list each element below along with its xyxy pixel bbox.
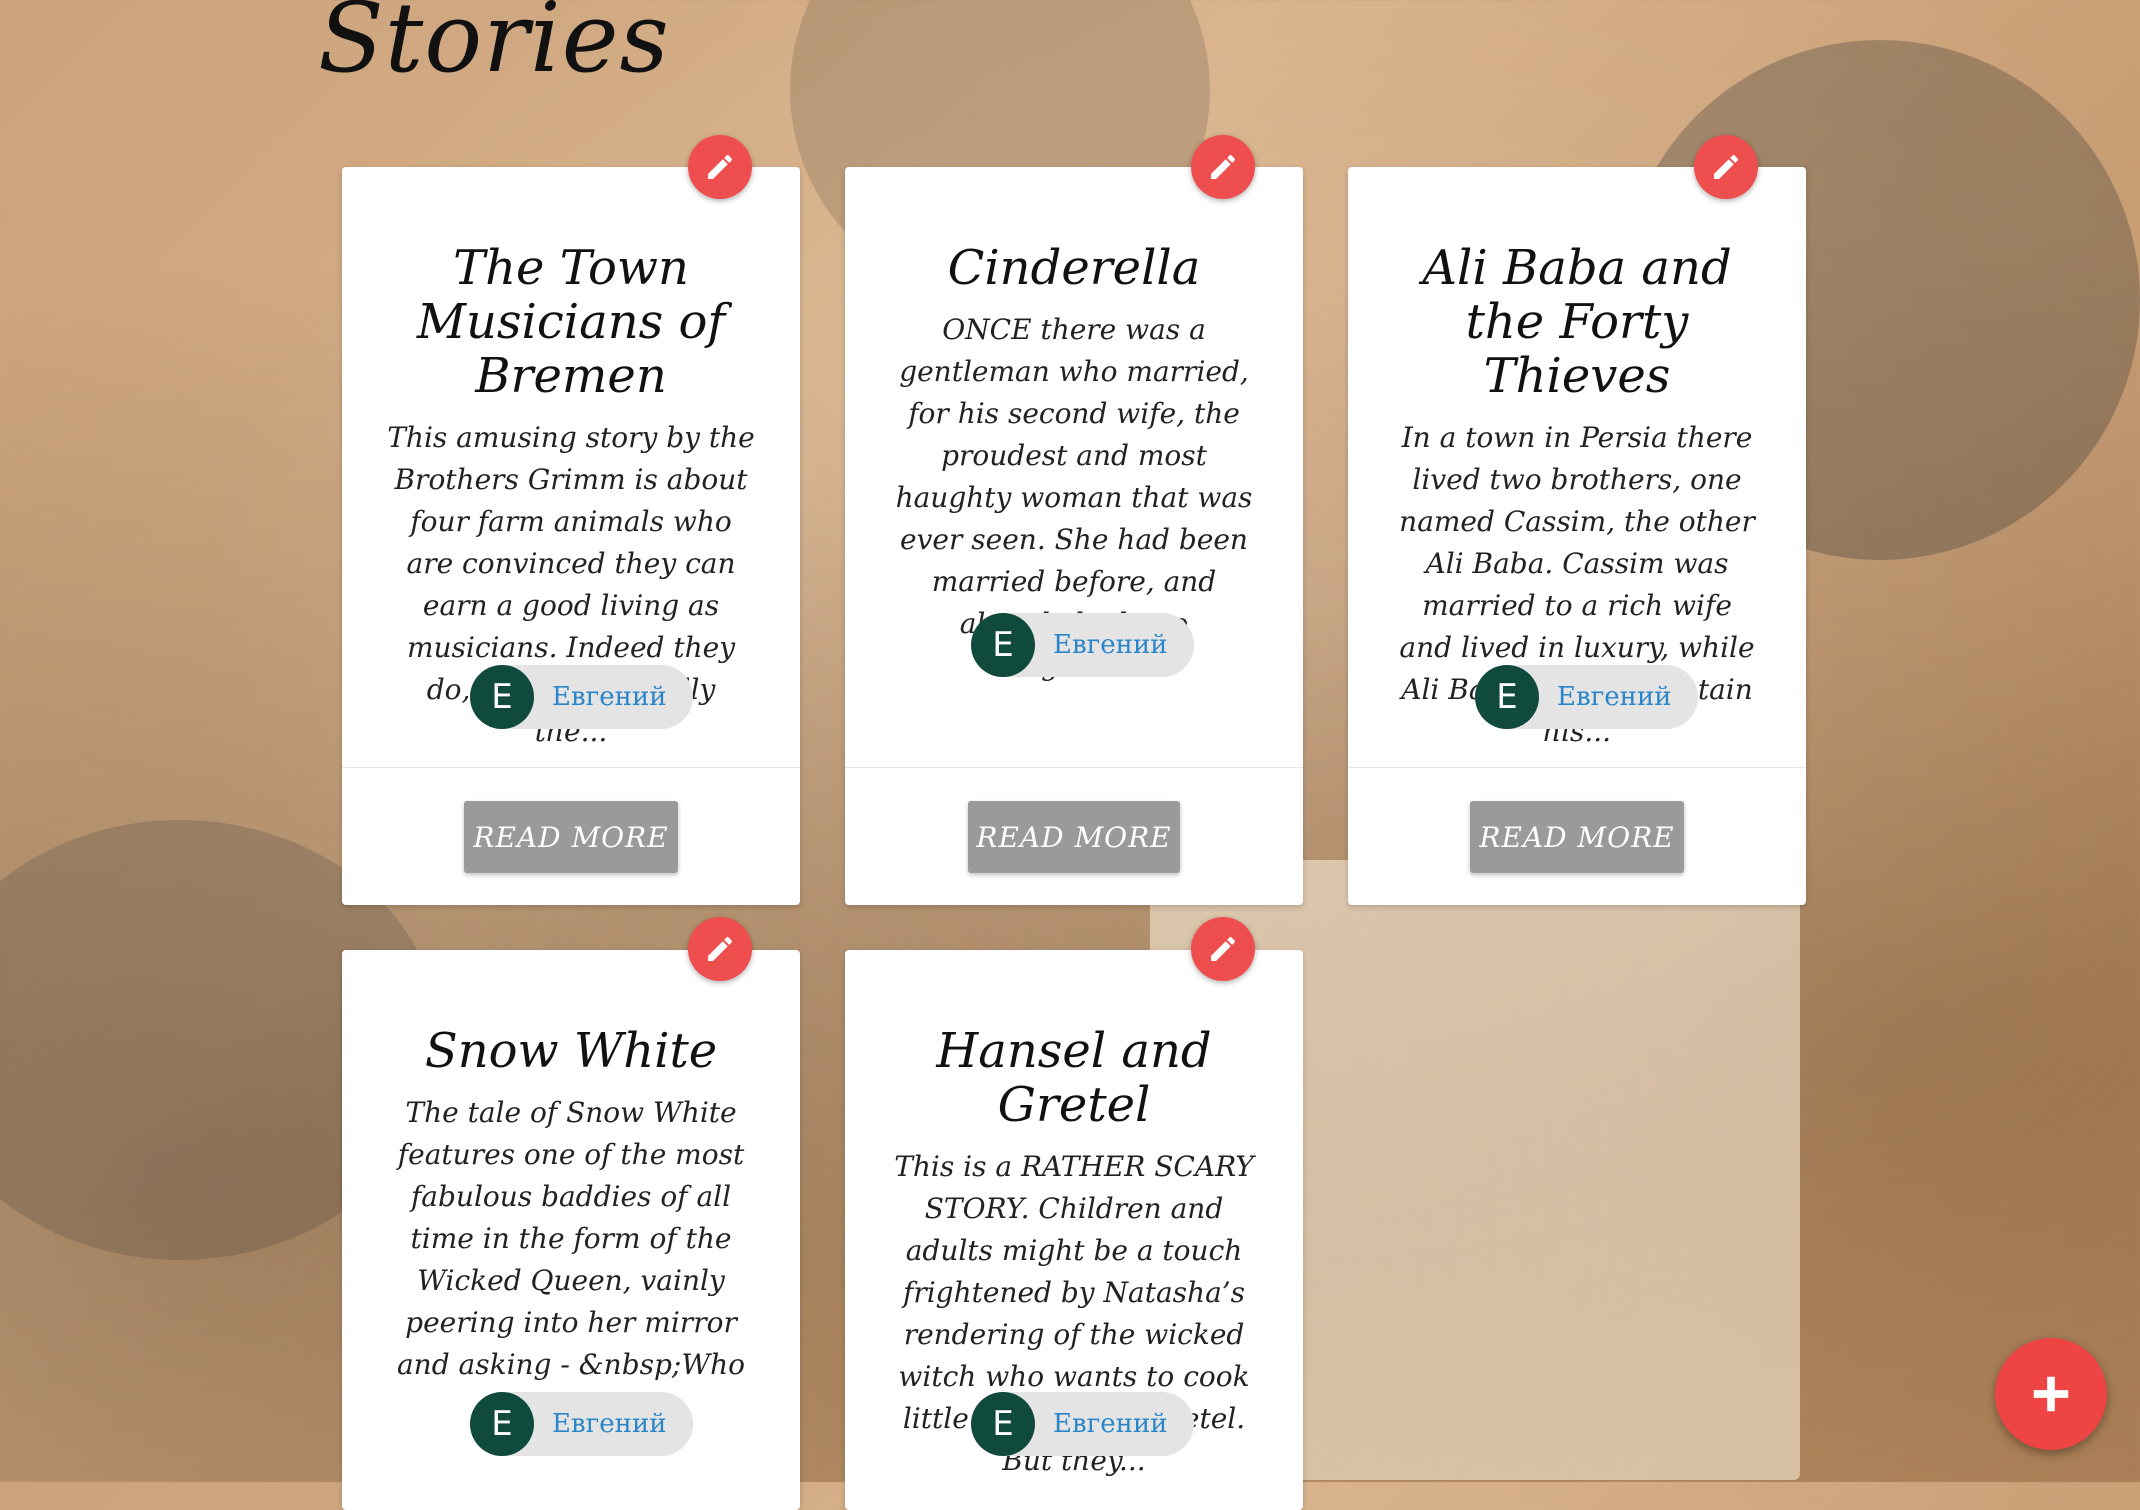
author-avatar: E [470, 665, 534, 729]
author-avatar: E [971, 613, 1035, 677]
edit-story-button[interactable] [1191, 135, 1255, 199]
story-card: The Town Musicians of Bremen This amusin… [342, 167, 800, 905]
pencil-icon [1714, 154, 1739, 179]
card-divider [342, 767, 800, 768]
read-more-button[interactable]: READ MORE [464, 801, 678, 873]
author-chip[interactable]: E Евгений [470, 665, 693, 729]
plus-icon [2033, 1376, 2069, 1412]
author-avatar: E [470, 1392, 534, 1456]
edit-story-button[interactable] [1694, 135, 1758, 199]
pencil-icon [1211, 154, 1236, 179]
story-title[interactable]: The Town Musicians of Bremen [380, 241, 762, 403]
edit-story-button[interactable] [688, 135, 752, 199]
edit-story-button[interactable] [1191, 917, 1255, 981]
story-excerpt: The tale of Snow White features one of t… [396, 1096, 746, 1423]
card-divider [1348, 767, 1806, 768]
author-name-link[interactable]: Евгений [552, 1409, 667, 1439]
story-title[interactable]: Snow White [380, 1024, 762, 1078]
author-name-link[interactable]: Евгений [1557, 682, 1672, 712]
author-name-link[interactable]: Евгений [552, 682, 667, 712]
author-name-link[interactable]: Евгений [1053, 630, 1168, 660]
page-title: Stories [318, 0, 670, 94]
author-name-link[interactable]: Евгений [1053, 1409, 1168, 1439]
story-card: Snow White The tale of Snow White featur… [342, 950, 800, 1510]
author-avatar: E [1475, 665, 1539, 729]
pencil-icon [708, 936, 733, 961]
pencil-icon [708, 154, 733, 179]
story-card-body: Cinderella ONCE there was a gentleman wh… [845, 167, 1303, 687]
story-card-body: Snow White The tale of Snow White featur… [342, 950, 800, 1428]
author-avatar: E [971, 1392, 1035, 1456]
edit-story-button[interactable] [688, 917, 752, 981]
story-card: Cinderella ONCE there was a gentleman wh… [845, 167, 1303, 905]
author-chip[interactable]: E Евгений [971, 1392, 1194, 1456]
read-more-button[interactable]: READ MORE [968, 801, 1180, 873]
read-more-button[interactable]: READ MORE [1470, 801, 1684, 873]
card-divider [845, 767, 1303, 768]
author-chip[interactable]: E Евгений [470, 1392, 693, 1456]
story-title[interactable]: Ali Baba and the Forty Thieves [1386, 241, 1768, 403]
pencil-icon [1211, 936, 1236, 961]
author-chip[interactable]: E Евгений [1475, 665, 1698, 729]
story-title[interactable]: Cinderella [883, 241, 1265, 295]
author-chip[interactable]: E Евгений [971, 613, 1194, 677]
story-card: Hansel and Gretel This is a RATHER SCARY… [845, 950, 1303, 1510]
add-story-button[interactable] [1995, 1338, 2107, 1450]
story-title[interactable]: Hansel and Gretel [883, 1024, 1265, 1132]
story-card: Ali Baba and the Forty Thieves In a town… [1348, 167, 1806, 905]
